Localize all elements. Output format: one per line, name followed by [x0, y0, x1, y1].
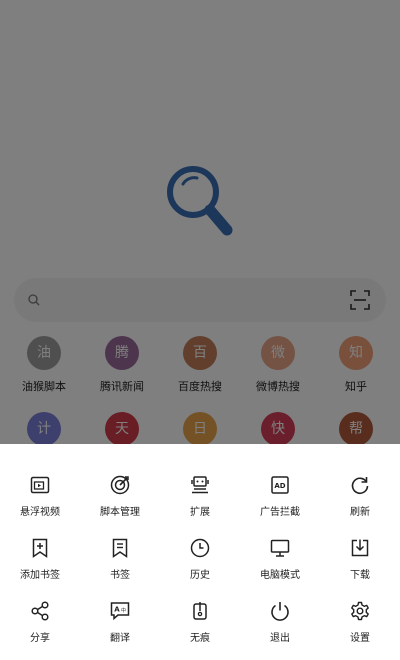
refresh-icon: [351, 477, 369, 495]
svg-text:AD: AD: [274, 482, 285, 490]
menu-settings[interactable]: 设置: [320, 600, 400, 658]
menu-label: 下载: [350, 570, 370, 581]
bookmark-icon: [112, 538, 128, 558]
menu-history[interactable]: 历史: [160, 537, 240, 595]
menu-label: 添加书签: [20, 570, 60, 581]
menu-desktop-mode[interactable]: 电脑模式: [240, 537, 320, 595]
incognito-icon: [193, 602, 207, 620]
menu-label: 悬浮视频: [20, 507, 60, 518]
menu-translate[interactable]: A 中 翻译: [80, 600, 160, 658]
menu-share[interactable]: 分享: [0, 600, 80, 658]
menu-label: 设置: [350, 633, 370, 644]
menu-label: 刷新: [350, 507, 370, 518]
share-icon: [31, 601, 49, 621]
menu-label: 翻译: [110, 633, 130, 644]
history-icon: [190, 538, 210, 558]
menu-bookmarks[interactable]: 书签: [80, 537, 160, 595]
menu-label: 脚本管理: [100, 507, 140, 518]
menu-add-bookmark[interactable]: 添加书签: [0, 537, 80, 595]
menu-refresh[interactable]: 刷新: [320, 474, 400, 532]
menu-ad-block[interactable]: AD 广告拦截: [240, 474, 320, 532]
menu-label: 无痕: [190, 633, 210, 644]
floating-video-icon: [30, 476, 50, 494]
menu-exit[interactable]: 退出: [240, 600, 320, 658]
menu-label: 电脑模式: [260, 570, 300, 581]
menu-label: 书签: [110, 570, 130, 581]
add-bookmark-icon: [32, 538, 48, 558]
menu-label: 历史: [190, 570, 210, 581]
menu-label: 退出: [270, 633, 290, 644]
menu-label: 广告拦截: [260, 507, 300, 518]
extension-icon: [191, 476, 209, 494]
menu-script-manage[interactable]: 脚本管理: [80, 474, 160, 532]
power-icon: [271, 602, 289, 621]
download-icon: [351, 539, 369, 557]
settings-icon: [351, 601, 369, 621]
script-manage-icon: [110, 475, 130, 495]
ad-block-icon: AD: [271, 476, 289, 494]
svg-text:A: A: [114, 606, 120, 614]
menu-incognito[interactable]: 无痕: [160, 600, 240, 658]
menu-floating-video[interactable]: 悬浮视频: [0, 474, 80, 532]
menu-extension[interactable]: 扩展: [160, 474, 240, 532]
menu-download[interactable]: 下载: [320, 537, 400, 595]
desktop-mode-icon: [270, 539, 290, 557]
menu-label: 扩展: [190, 507, 210, 518]
bottom-menu-sheet: 悬浮视频 脚本管理 扩展 AD 广告拦截 刷新 添加书签 书签 历史 电脑模式 …: [0, 444, 400, 660]
translate-icon: A 中: [110, 602, 130, 621]
menu-label: 分享: [30, 633, 50, 644]
svg-text:中: 中: [121, 607, 126, 614]
